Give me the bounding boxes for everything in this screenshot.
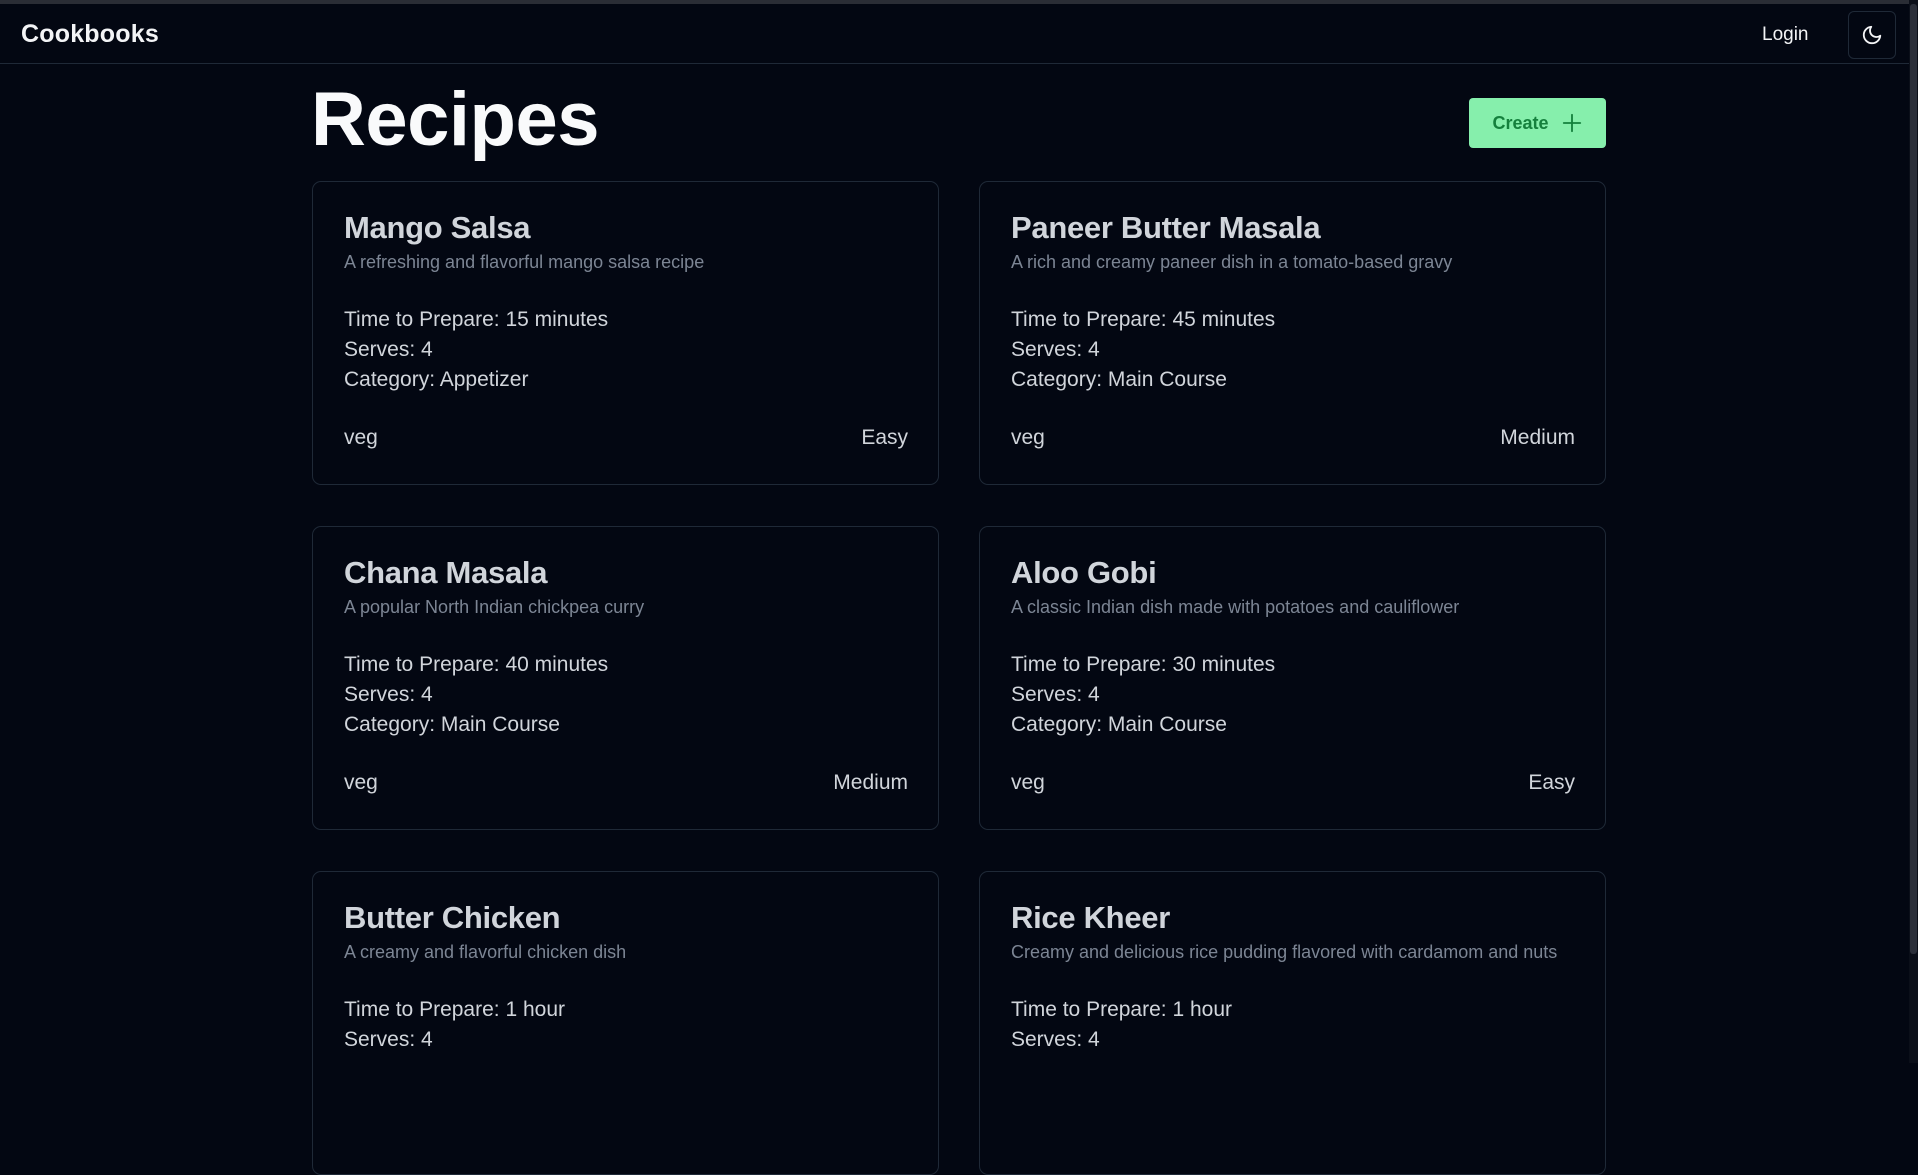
- create-button-label: Create: [1492, 112, 1549, 133]
- recipe-card[interactable]: Mango Salsa A refreshing and flavorful m…: [312, 181, 939, 485]
- recipe-card[interactable]: Chana Masala A popular North Indian chic…: [312, 526, 939, 830]
- recipe-prep-time: Time to Prepare: 15 minutes: [344, 308, 609, 331]
- recipe-serves: Serves: 4: [1011, 338, 1100, 361]
- recipe-serves: Serves: 4: [344, 683, 433, 706]
- recipe-title: Butter Chicken: [344, 900, 561, 935]
- recipe-category: Category: Main Course: [344, 713, 560, 736]
- recipe-prep-time: Time to Prepare: 1 hour: [344, 998, 565, 1021]
- recipe-serves: Serves: 4: [1011, 683, 1100, 706]
- login-link[interactable]: Login: [1762, 24, 1809, 46]
- recipe-description: A refreshing and flavorful mango salsa r…: [344, 252, 705, 272]
- recipe-card[interactable]: Paneer Butter Masala A rich and creamy p…: [979, 181, 1606, 485]
- recipe-card[interactable]: Rice Kheer Creamy and delicious rice pud…: [979, 871, 1606, 1175]
- recipe-prep-time: Time to Prepare: 45 minutes: [1011, 308, 1276, 331]
- recipe-prep-time: Time to Prepare: 1 hour: [1011, 998, 1232, 1021]
- recipe-category: Category: Main Course: [1011, 713, 1227, 736]
- recipe-description: A creamy and flavorful chicken dish: [344, 942, 627, 962]
- recipe-serves: Serves: 4: [1011, 1028, 1100, 1051]
- recipe-difficulty: Easy: [1528, 771, 1575, 794]
- recipe-difficulty: Easy: [861, 426, 908, 449]
- recipe-serves: Serves: 4: [344, 338, 433, 361]
- recipe-diet: veg: [1011, 426, 1045, 449]
- brand-logo[interactable]: Cookbooks: [21, 20, 159, 49]
- recipe-diet: veg: [344, 771, 378, 794]
- recipe-serves: Serves: 4: [344, 1028, 433, 1051]
- recipe-difficulty: Medium: [1500, 426, 1575, 449]
- recipe-difficulty: Medium: [833, 771, 908, 794]
- scrollbar-thumb[interactable]: [1910, 4, 1917, 954]
- recipe-title: Rice Kheer: [1011, 900, 1170, 935]
- page-scrollbar[interactable]: [1909, 0, 1918, 1063]
- theme-toggle-button[interactable]: [1848, 11, 1896, 59]
- moon-icon: [1862, 25, 1882, 45]
- recipe-description: A popular North Indian chickpea curry: [344, 597, 645, 617]
- recipe-category: Category: Main Course: [1011, 368, 1227, 391]
- recipe-title: Chana Masala: [344, 555, 548, 590]
- recipe-description: A classic Indian dish made with potatoes…: [1011, 597, 1460, 617]
- recipe-diet: veg: [1011, 771, 1045, 794]
- navbar: Cookbooks Login: [0, 4, 1918, 64]
- create-recipe-button[interactable]: Create: [1469, 98, 1606, 148]
- recipe-title: Aloo Gobi: [1011, 555, 1157, 590]
- page-title: Recipes: [311, 77, 600, 162]
- recipe-card[interactable]: Butter Chicken A creamy and flavorful ch…: [312, 871, 939, 1175]
- plus-icon: [1562, 113, 1581, 133]
- recipe-title: Paneer Butter Masala: [1011, 210, 1321, 245]
- recipe-category: Category: Appetizer: [344, 368, 529, 391]
- recipe-prep-time: Time to Prepare: 40 minutes: [344, 653, 609, 676]
- recipe-prep-time: Time to Prepare: 30 minutes: [1011, 653, 1276, 676]
- recipe-card[interactable]: Aloo Gobi A classic Indian dish made wit…: [979, 526, 1606, 830]
- recipe-title: Mango Salsa: [344, 210, 531, 245]
- recipe-description: Creamy and delicious rice pudding flavor…: [1011, 942, 1558, 962]
- recipe-diet: veg: [344, 426, 378, 449]
- recipe-description: A rich and creamy paneer dish in a tomat…: [1011, 252, 1453, 272]
